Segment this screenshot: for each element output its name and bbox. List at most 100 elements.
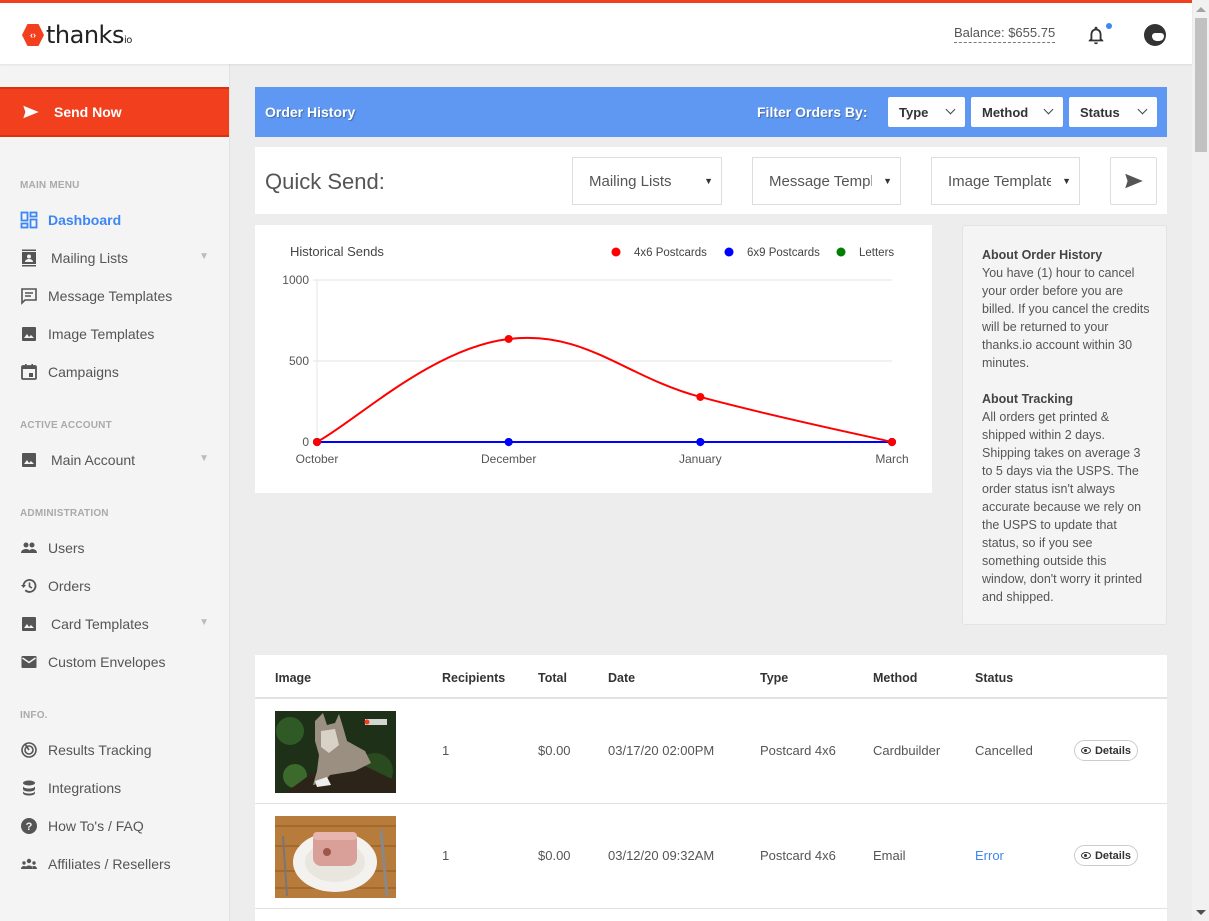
sidebar-item-label: Image Templates — [48, 326, 155, 342]
sidebar-item-mailing-lists[interactable]: Mailing Lists ▼ — [20, 246, 215, 270]
paper-plane-icon — [1124, 173, 1143, 189]
filter-orders-label: Filter Orders By: — [757, 104, 868, 120]
dropdown-arrow-icon: ▼ — [1062, 176, 1071, 186]
header-type: Type — [760, 671, 789, 685]
paper-plane-icon — [23, 105, 39, 119]
data-point[interactable] — [696, 392, 705, 401]
status-cell-error[interactable]: Error — [975, 848, 1004, 863]
x-axis-labels: October December January March — [296, 442, 909, 466]
chart-grid: 0 500 1000 — [282, 273, 892, 449]
expand-caret-icon[interactable]: ▼ — [199, 251, 209, 262]
filter-status-dropdown[interactable]: Status — [1069, 97, 1157, 127]
scroll-down-arrow-icon[interactable] — [1196, 910, 1206, 915]
section-active-account: ACTIVE ACCOUNT — [20, 420, 112, 431]
image-templates-select[interactable]: Image Templates ▼ — [931, 157, 1080, 205]
chart-legend: 4x6 Postcards 6x9 Postcards Letters — [611, 247, 895, 259]
sidebar-item-affiliates[interactable]: Affiliates / Resellers — [20, 852, 215, 876]
sidebar-item-main-account[interactable]: Main Account ▼ — [20, 448, 215, 472]
sidebar-item-users[interactable]: Users — [20, 536, 215, 560]
expand-caret-icon[interactable]: ▼ — [199, 453, 209, 464]
sidebar-item-image-templates[interactable]: Image Templates — [20, 322, 215, 346]
series-line — [316, 336, 893, 443]
about-order-history-heading: About Order History — [982, 248, 1103, 262]
table-row[interactable]: 1 $0.00 03/17/20 02:00PM Postcard 4x6 Ca… — [255, 699, 1167, 804]
sidebar-item-campaigns[interactable]: Campaigns — [20, 360, 215, 384]
section-info: INFO. — [20, 710, 48, 721]
sidebar-item-label: Custom Envelopes — [48, 654, 166, 670]
x-tick-label: March — [875, 452, 908, 466]
x-tick-label: December — [481, 452, 536, 466]
sidebar-item-integrations[interactable]: Integrations — [20, 776, 215, 800]
header-date: Date — [608, 671, 636, 685]
sidebar-item-message-templates[interactable]: Message Templates — [20, 284, 215, 308]
data-point[interactable] — [888, 438, 896, 446]
y-tick-label: 500 — [289, 354, 309, 368]
ham-plate-postcard-thumbnail[interactable] — [275, 816, 396, 898]
order-history-bar: Order History Filter Orders By: Type Met… — [255, 87, 1167, 137]
balance-display[interactable]: Balance: $655.75 — [954, 25, 1056, 43]
type-cell: Postcard 4x6 — [760, 848, 836, 863]
legend-item[interactable]: 4x6 Postcards — [611, 247, 708, 259]
total-cell: $0.00 — [538, 743, 571, 758]
x-tick-label: October — [296, 452, 339, 466]
scroll-thumb[interactable] — [1195, 18, 1207, 152]
legend-swatch — [724, 247, 734, 257]
sidebar-item-dashboard[interactable]: Dashboard — [20, 208, 215, 232]
user-avatar[interactable] — [1144, 24, 1166, 46]
notification-bell-icon[interactable] — [1085, 23, 1107, 47]
table-header-row: Image Recipients Total Date Type Method … — [255, 655, 1167, 699]
data-point[interactable] — [504, 438, 513, 446]
method-cell: Email — [873, 848, 906, 863]
send-now-button[interactable]: Send Now — [0, 87, 229, 137]
sidebar-item-label: Affiliates / Resellers — [48, 856, 171, 872]
group-icon — [20, 855, 38, 873]
sidebar: Send Now MAIN MENU Dashboard Mailing Lis… — [0, 64, 230, 921]
data-point[interactable] — [696, 438, 705, 446]
sidebar-item-card-templates[interactable]: Card Templates ▼ — [20, 612, 215, 636]
about-tracking-heading: About Tracking — [982, 392, 1073, 406]
legend-item[interactable]: 6x9 Postcards — [724, 247, 821, 259]
sidebar-item-label: Main Account — [51, 452, 136, 468]
filter-type-dropdown[interactable]: Type — [888, 97, 965, 127]
thanks-io-logo[interactable]: ‹› thanksio — [22, 21, 132, 49]
sidebar-item-label: Orders — [48, 578, 91, 594]
sidebar-item-label: Users — [48, 540, 85, 556]
image-icon — [20, 451, 38, 469]
wolf-postcard-thumbnail[interactable] — [275, 711, 396, 793]
data-point[interactable] — [313, 438, 321, 446]
sidebar-item-howtos-faq[interactable]: ? How To's / FAQ — [20, 814, 215, 838]
legend-item[interactable]: Letters — [836, 247, 895, 259]
data-point[interactable] — [504, 334, 513, 343]
details-button[interactable]: Details — [1074, 740, 1138, 761]
sidebar-item-custom-envelopes[interactable]: Custom Envelopes — [20, 650, 215, 674]
logo-suffix: io — [123, 35, 132, 46]
mailing-lists-select[interactable]: Mailing Lists ▼ — [572, 157, 722, 205]
details-button[interactable]: Details — [1074, 845, 1138, 866]
chart-title: Historical Sends — [290, 244, 384, 259]
table-row[interactable]: 1 $0.00 03/12/20 09:32AM Postcard 4x6 Em… — [255, 804, 1167, 909]
about-tracking-text: All orders get printed & shipped within … — [982, 410, 1143, 604]
eye-icon — [1080, 747, 1091, 754]
scroll-up-arrow-icon[interactable] — [1196, 7, 1206, 12]
sidebar-item-results-tracking[interactable]: Results Tracking — [20, 738, 215, 762]
image-icon — [20, 615, 38, 633]
sidebar-item-orders[interactable]: Orders — [20, 574, 215, 598]
filter-status-label: Status — [1080, 104, 1120, 120]
series-4x6-postcards — [313, 334, 896, 446]
filter-method-dropdown[interactable]: Method — [971, 97, 1063, 127]
expand-caret-icon[interactable]: ▼ — [199, 617, 209, 628]
filter-type-label: Type — [899, 104, 929, 120]
message-templates-select[interactable]: Message Templates ▼ — [752, 157, 901, 205]
details-label: Details — [1094, 744, 1132, 757]
filter-method-label: Method — [982, 104, 1029, 120]
users-icon — [20, 539, 38, 557]
historical-sends-chart: Historical Sends 4x6 Postcards 6x9 Postca… — [255, 225, 932, 493]
info-panel: About Order History You have (1) hour to… — [962, 225, 1167, 625]
page-scrollbar[interactable] — [1192, 0, 1209, 921]
dropdown-arrow-icon: ▼ — [704, 176, 713, 186]
quick-send-button[interactable] — [1110, 157, 1157, 205]
sidebar-item-label: Message Templates — [48, 288, 173, 304]
dashboard-icon — [20, 211, 38, 229]
legend-label: 6x9 Postcards — [747, 247, 820, 259]
top-header: ‹› thanksio Balance: $655.75 — [0, 3, 1192, 64]
